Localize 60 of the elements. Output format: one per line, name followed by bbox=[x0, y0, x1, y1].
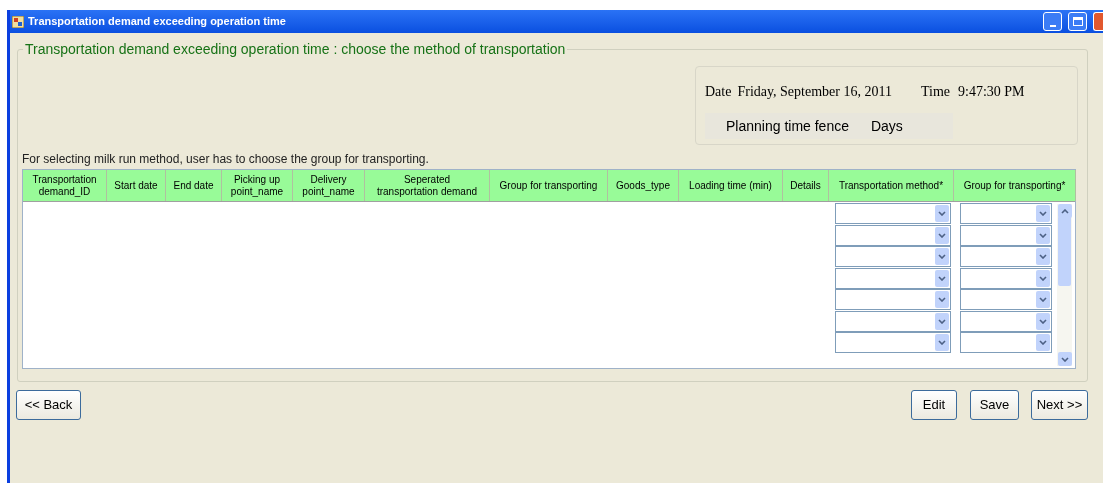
back-button[interactable]: << Back bbox=[16, 390, 81, 420]
column-header: Goods_type bbox=[608, 170, 679, 201]
dropdown[interactable] bbox=[835, 332, 951, 353]
column-header: End date bbox=[166, 170, 222, 201]
chevron-down-icon bbox=[1039, 318, 1047, 324]
date-label: Date bbox=[705, 83, 732, 101]
date-value: Friday, September 16, 2011 bbox=[737, 83, 892, 101]
chevron-down-icon bbox=[938, 275, 946, 281]
time-value: 9:47:30 PM bbox=[958, 83, 1025, 101]
planning-fence-label: Planning time fence bbox=[726, 116, 849, 136]
dropdown[interactable] bbox=[835, 203, 951, 224]
window-title: Transportation demand exceeding operation time bbox=[28, 14, 286, 30]
dropdown[interactable] bbox=[835, 224, 951, 246]
dropdown[interactable] bbox=[960, 224, 1052, 246]
chevron-down-icon bbox=[1060, 356, 1069, 362]
chevron-up-icon bbox=[1060, 208, 1069, 214]
column-header: Transportation demand_ID bbox=[23, 170, 107, 201]
dropdown[interactable] bbox=[960, 203, 1052, 224]
column-header: Group for transporting bbox=[490, 170, 608, 201]
save-button[interactable]: Save bbox=[970, 390, 1019, 420]
chevron-down-icon bbox=[1039, 297, 1047, 302]
chevron-down-icon bbox=[938, 254, 946, 259]
chevron-down-icon bbox=[1039, 211, 1047, 216]
dropdown[interactable] bbox=[960, 289, 1052, 310]
chevron-down-icon bbox=[938, 318, 946, 324]
scrollbar[interactable] bbox=[1057, 204, 1072, 366]
chevron-down-icon bbox=[1039, 254, 1047, 259]
minimize-button[interactable] bbox=[1043, 12, 1062, 31]
close-button[interactable] bbox=[1093, 12, 1103, 31]
chevron-down-icon bbox=[938, 340, 946, 345]
dropdown[interactable] bbox=[960, 267, 1052, 289]
chevron-down-icon bbox=[1039, 275, 1047, 281]
chevron-down-icon bbox=[1039, 232, 1047, 238]
dropdown[interactable] bbox=[960, 246, 1052, 267]
dropdown[interactable] bbox=[960, 310, 1052, 332]
dropdown[interactable] bbox=[835, 310, 951, 332]
column-header: Seperated transportation demand bbox=[365, 170, 490, 201]
column-header: Details bbox=[783, 170, 829, 201]
column-header: Picking up point_name bbox=[222, 170, 293, 201]
dropdown[interactable] bbox=[835, 267, 951, 289]
dropdown[interactable] bbox=[835, 246, 951, 267]
time-label: Time bbox=[920, 83, 950, 101]
fence-unit: Days bbox=[870, 116, 903, 136]
chevron-down-icon bbox=[938, 297, 946, 302]
maximize-button[interactable] bbox=[1068, 12, 1087, 31]
instruction-text: For selecting milk run method, user has to choose the group for transporting. bbox=[22, 152, 430, 167]
column-header: Start date bbox=[107, 170, 166, 201]
next-button[interactable]: Next >> bbox=[1031, 390, 1088, 420]
group-title: Transportation demand exceeding operation time : choose the method of transportation bbox=[23, 40, 568, 58]
edit-button[interactable]: Edit bbox=[911, 390, 957, 420]
dropdown[interactable] bbox=[960, 332, 1052, 353]
app-icon bbox=[12, 15, 24, 28]
dropdown[interactable] bbox=[835, 289, 951, 310]
chevron-down-icon bbox=[938, 232, 946, 238]
column-header: Delivery point_name bbox=[293, 170, 365, 201]
chevron-down-icon bbox=[1039, 340, 1047, 345]
column-header: Loading time (min) bbox=[679, 170, 783, 201]
column-header: Group for transporting* bbox=[954, 170, 1076, 201]
chevron-down-icon bbox=[938, 211, 946, 216]
column-header: Transportation method* bbox=[829, 170, 954, 201]
